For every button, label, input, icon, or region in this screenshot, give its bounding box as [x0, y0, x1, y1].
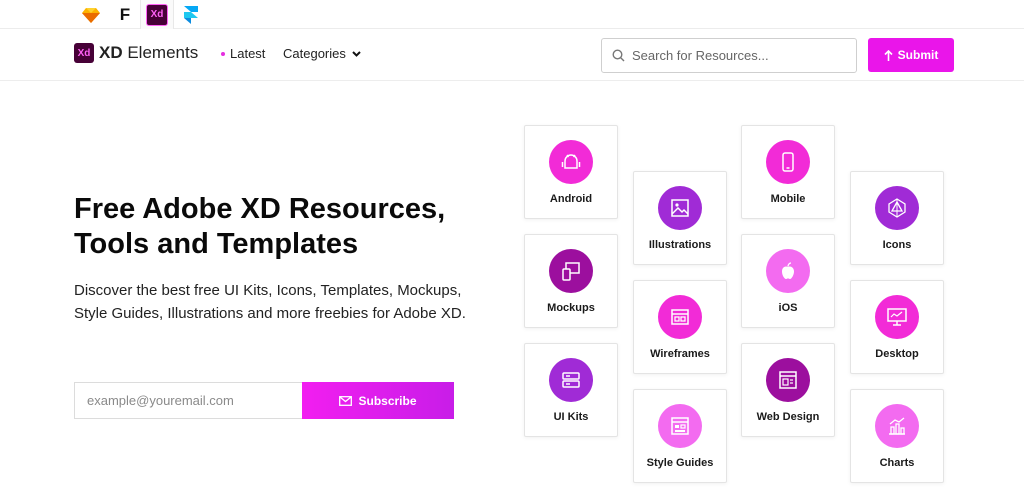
nav-categories[interactable]: Categories — [283, 46, 361, 61]
category-label: Mockups — [547, 302, 595, 314]
fonts-tab[interactable]: F — [108, 0, 142, 29]
subscribe-form: Subscribe — [74, 382, 454, 419]
submit-label: Submit — [897, 48, 939, 62]
email-input[interactable] — [74, 382, 302, 419]
hero-title: Free Adobe XD Resources, Tools and Templ… — [74, 192, 494, 262]
xd-tab[interactable]: Xd — [140, 0, 174, 29]
app-switcher-bar: F Xd — [0, 0, 1024, 29]
site-header: Xd XD Elements Latest Categories Submit — [0, 29, 1024, 81]
category-card-charts[interactable]: Charts — [850, 389, 944, 483]
logo-text: XD Elements — [99, 43, 199, 62]
subscribe-button[interactable]: Subscribe — [302, 382, 454, 419]
xd-logo-icon: Xd — [74, 43, 94, 63]
geometric-icon — [888, 198, 906, 218]
search-input[interactable] — [632, 48, 842, 63]
circle-mockups — [549, 249, 593, 293]
category-card-mockups[interactable]: Mockups — [524, 234, 618, 328]
site-logo[interactable]: Xd XD Elements — [74, 43, 198, 63]
android-icon — [561, 154, 581, 169]
circle-wireframes — [658, 295, 702, 339]
category-card-ios[interactable]: iOS — [741, 234, 835, 328]
subscribe-label: Subscribe — [358, 393, 417, 408]
chart-icon — [889, 417, 905, 435]
circle-android — [549, 140, 593, 184]
hero-title-line1: Free Adobe XD Resources, — [74, 193, 446, 225]
circle-ui-kits — [549, 358, 593, 402]
sketch-icon — [82, 7, 100, 23]
category-card-icons[interactable]: Icons — [850, 171, 944, 265]
category-card-web-design[interactable]: Web Design — [741, 343, 835, 437]
category-card-ui-kits[interactable]: UI Kits — [524, 343, 618, 437]
category-card-style-guides[interactable]: Style Guides — [633, 389, 727, 483]
circle-ios — [766, 249, 810, 293]
category-label: Web Design — [756, 411, 820, 423]
circle-icons — [875, 186, 919, 230]
nav-latest-label: Latest — [230, 46, 266, 61]
mail-icon — [339, 395, 353, 406]
category-label: Mobile — [770, 193, 806, 205]
category-card-wireframes[interactable]: Wireframes — [633, 280, 727, 374]
nav-latest[interactable]: Latest — [221, 46, 265, 61]
search-icon — [612, 49, 625, 62]
submit-button[interactable]: Submit — [868, 38, 954, 72]
category-card-android[interactable]: Android — [524, 125, 618, 219]
nav-categories-label: Categories — [283, 46, 346, 61]
layers-icon — [562, 372, 580, 388]
category-card-illustrations[interactable]: Illustrations — [633, 171, 727, 265]
devices-icon — [562, 262, 580, 281]
category-label: Charts — [879, 457, 915, 469]
category-label: UI Kits — [553, 411, 589, 423]
category-label: Desktop — [875, 348, 919, 360]
category-label: Icons — [882, 239, 912, 251]
mobile-icon — [782, 152, 794, 172]
circle-illustrations — [658, 186, 702, 230]
category-label: Illustrations — [648, 239, 712, 251]
circle-style-guides — [658, 404, 702, 448]
hero-title-line2: Tools and Templates — [74, 228, 359, 260]
hero-description: Discover the best free UI Kits, Icons, T… — [74, 282, 466, 322]
desktop-icon — [887, 308, 907, 326]
chevron-down-icon — [352, 50, 361, 57]
circle-web-design — [766, 358, 810, 402]
palette-icon — [671, 417, 689, 435]
circle-desktop — [875, 295, 919, 339]
browser-icon — [779, 371, 797, 389]
xd-icon: Xd — [146, 3, 168, 26]
arrow-up-icon — [884, 49, 893, 61]
framer-tab[interactable] — [174, 0, 208, 29]
f-icon: F — [119, 4, 131, 24]
search-box[interactable] — [601, 38, 857, 73]
framer-icon — [184, 5, 198, 24]
category-label: Android — [549, 193, 593, 205]
circle-charts — [875, 404, 919, 448]
category-label: iOS — [778, 302, 798, 314]
apple-icon — [782, 262, 794, 279]
category-card-mobile[interactable]: Mobile — [741, 125, 835, 219]
image-icon — [671, 199, 689, 217]
category-card-desktop[interactable]: Desktop — [850, 280, 944, 374]
circle-mobile — [766, 140, 810, 184]
category-label: Style Guides — [646, 457, 714, 469]
dot-icon — [221, 51, 225, 56]
wireframe-icon — [671, 309, 689, 325]
category-label: Wireframes — [650, 348, 710, 360]
sketch-tab[interactable] — [74, 0, 108, 29]
